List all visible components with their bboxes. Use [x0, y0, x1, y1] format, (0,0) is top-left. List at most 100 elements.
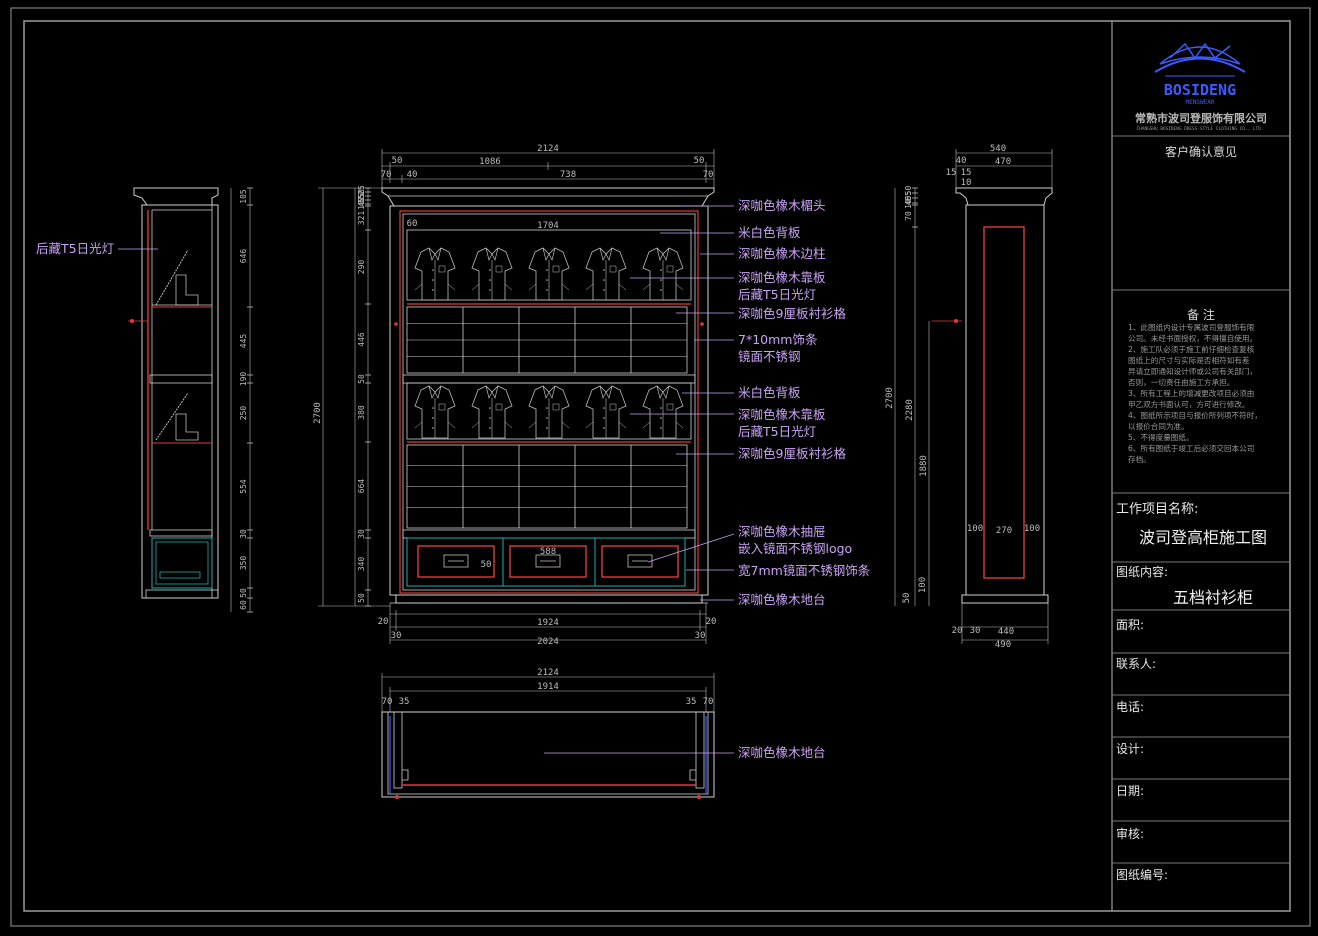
dim-plan-35-right: 35 [686, 697, 697, 707]
side-vertical-dims: 105 646 445 190 250 554 30 350 50 60 [239, 187, 253, 613]
callout-screen-panel-2: 深咖色橡木靠板 [738, 407, 826, 422]
note-line: 异请立即通知设计师或公司有关部门， [1128, 367, 1258, 376]
contact-label: 联系人: [1116, 657, 1157, 671]
drawer-front [601, 545, 679, 578]
dim-value: 250 [239, 406, 248, 421]
design-label: 设计: [1116, 742, 1145, 756]
dim-front-738: 738 [560, 170, 576, 180]
dim-value: 50 [357, 593, 366, 603]
dim-front-total: 2124 [537, 144, 559, 154]
note-line: 以报价合同为准。 [1128, 422, 1189, 431]
dim-value: 50 [357, 374, 366, 384]
dim-plan-35-left: 35 [399, 697, 410, 707]
callout-back-panel-1: 米白色背板 [738, 225, 801, 240]
client-opinion-label: 客户确认意见 [1164, 145, 1237, 159]
review-label: 审核: [1116, 827, 1145, 841]
dim-front-b-20-left: 20 [378, 617, 389, 627]
phone-label: 电话: [1116, 700, 1145, 714]
plan-view [381, 711, 715, 799]
note-line: 6、所有图纸于竣工后必须交回本公司 [1128, 444, 1255, 453]
dim-right-height: 2700 [885, 387, 895, 409]
shirt-illustration [642, 247, 684, 301]
front-shirt-rows [414, 247, 684, 439]
shirt-illustration [585, 247, 627, 301]
drawing-sheet: BOSIDENG MENSWEAR CHANGSHU BOSIDENG DRES… [0, 0, 1318, 936]
shirt-illustration [585, 385, 627, 439]
leader-lines [118, 205, 735, 754]
dim-value: 646 [239, 249, 248, 264]
dim-plan-70-left: 70 [382, 697, 393, 707]
dim-value: 105 [239, 189, 248, 204]
notes-title: 备 注 [1187, 308, 1215, 322]
dim-front-70-right: 70 [703, 170, 714, 180]
dim-value: 60 [239, 600, 248, 610]
callout-shirt-grid-1: 深咖色9厘板衬衫格 [738, 306, 846, 321]
dim-value: 664 [357, 479, 366, 494]
dim-right-50-bottom: 50 [902, 593, 912, 604]
bosideng-logo: BOSIDENG MENSWEAR [1154, 42, 1246, 106]
callout-drawer: 深咖色橡木抽屉 [738, 524, 826, 539]
note-line: 5、不得度量图纸。 [1128, 433, 1194, 442]
dimension-lines [230, 149, 1053, 712]
dim-value: 290 [357, 260, 366, 275]
dim-value: 321 [357, 211, 366, 226]
right-elevation [932, 187, 1053, 604]
logo-wordmark: BOSIDENG [1164, 81, 1236, 99]
dim-right-15a: 15 [946, 168, 957, 178]
note-line: 甲乙双方书面认可，方可进行修改。 [1128, 400, 1250, 409]
note-line: 存档。 [1128, 455, 1151, 464]
project-name: 波司登高柜施工图 [1139, 528, 1268, 547]
dim-right-100-bottom: 100 [918, 577, 928, 593]
shirt-illustration [642, 385, 684, 439]
project-name-label: 工作项目名称: [1116, 502, 1199, 517]
dim-value: 554 [239, 479, 248, 494]
dim-right-40: 40 [956, 156, 967, 166]
dim-front-inner-60: 60 [407, 219, 418, 229]
callout-trim-steel: 镜面不锈钢 [738, 349, 801, 364]
shirt-illustration [414, 247, 456, 301]
callout-shirt-grid-2: 深咖色9厘板衬衫格 [738, 446, 846, 461]
dim-right-540: 540 [990, 144, 1006, 154]
dim-front-1086: 1086 [479, 157, 501, 167]
shirt-illustration [471, 385, 513, 439]
area-label: 面积: [1116, 618, 1145, 632]
dim-front-50-left: 50 [392, 156, 403, 166]
right-vertical-dims: 5055401070 [904, 186, 918, 228]
dim-right-100-right: 100 [1024, 524, 1040, 534]
dim-front-50-right: 50 [694, 156, 705, 166]
dim-value: 446 [357, 332, 366, 347]
dim-value: 445 [239, 334, 248, 349]
drawing-no-label: 图纸编号: [1116, 868, 1169, 882]
dim-right-100-left: 100 [967, 524, 983, 534]
shirt-illustration [528, 385, 570, 439]
callout-screen-panel-1: 深咖色橡木靠板 [738, 270, 826, 285]
callout-plinth: 深咖色橡木地台 [738, 592, 826, 607]
callout-cornice: 深咖色橡木楣头 [738, 198, 826, 213]
shirt-illustration [414, 385, 456, 439]
dim-right-2280: 2280 [905, 399, 915, 421]
dim-right-b-20: 20 [952, 626, 963, 636]
dim-value: 30 [239, 529, 248, 539]
dim-front-inner-1704: 1704 [537, 221, 559, 231]
note-line: 2、施工队必须于施工前仔细检查复核 [1128, 345, 1255, 354]
dim-value: 70 [904, 211, 913, 221]
dim-front-b-1924: 1924 [537, 618, 559, 628]
dim-value: 10 [357, 200, 366, 210]
dim-front-height: 2700 [313, 402, 323, 424]
dim-front-70-left: 70 [381, 170, 392, 180]
dim-right-470: 470 [995, 157, 1011, 167]
dim-front-b-30-left: 30 [391, 631, 402, 641]
date-label: 日期: [1116, 784, 1145, 798]
dim-value: 340 [357, 557, 366, 572]
callout-drawer-logo: 嵌入镜面不锈钢logo [738, 541, 853, 556]
dim-front-b-30-right: 30 [695, 631, 706, 641]
dim-value: 190 [239, 372, 248, 387]
dim-plan-2124: 2124 [537, 668, 559, 678]
note-line: 3、所有工程上的增减更改项目必须由 [1128, 389, 1255, 398]
notes-list: 1、此图纸内设计专属波司登服饰有限 公司。未经书面授权，不得擅自使用。 2、施工队必… [1128, 322, 1280, 465]
dim-value: 10 [904, 199, 913, 209]
dim-front-drawer-588: 588 [540, 547, 556, 557]
note-line: 公司。未经书面授权，不得擅自使用。 [1128, 334, 1258, 343]
note-line: 图纸上的尺寸与实际是否相符如有差 [1128, 356, 1250, 365]
dim-value: 350 [239, 556, 248, 571]
